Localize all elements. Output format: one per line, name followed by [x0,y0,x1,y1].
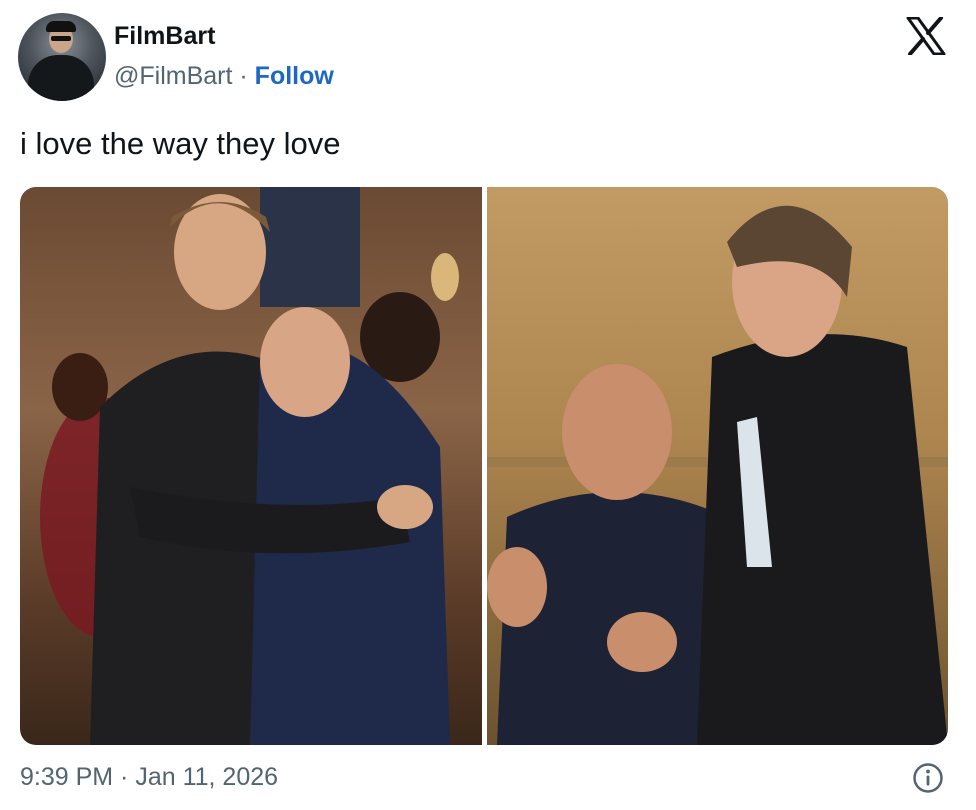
avatar-figure-glasses [51,36,71,41]
info-icon[interactable] [912,762,944,794]
avatar[interactable] [18,13,106,101]
author-handle[interactable]: @FilmBart [114,62,232,90]
author-display-name[interactable]: FilmBart [114,22,215,51]
separator-dot: · [239,62,248,90]
media-photo-2[interactable] [487,187,948,745]
avatar-figure-hat [46,21,76,32]
follow-button[interactable]: Follow [255,62,334,90]
avatar-figure-body [28,55,94,101]
tweet-timestamp[interactable]: 9:39 PM · Jan 11, 2026 [20,763,278,792]
x-logo-icon[interactable] [906,17,946,55]
media-photo-1[interactable] [20,187,482,745]
author-handle-row: @FilmBart · Follow [114,62,334,91]
tweet-text: i love the way they love [20,126,341,161]
media-grid [20,187,948,745]
